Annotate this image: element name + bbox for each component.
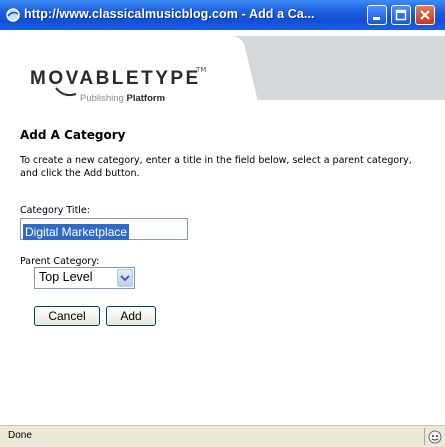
tagline-light: Publishing: [80, 93, 124, 104]
title-bar[interactable]: http://www.classicalmusicblog.com - Add …: [0, 0, 445, 30]
category-title-value: Digital Marketplace: [23, 224, 130, 240]
dropdown-arrow-button[interactable]: [117, 269, 133, 287]
maximize-icon: [395, 9, 407, 21]
cancel-button[interactable]: Cancel: [34, 306, 100, 326]
header-tab-edge: [210, 36, 260, 110]
status-separator: [424, 428, 425, 445]
close-button[interactable]: [415, 5, 435, 25]
status-text: Done: [8, 430, 32, 441]
logo-trademark: TM: [196, 66, 207, 74]
status-bar: Done: [0, 425, 445, 447]
instructions-text: To create a new category, enter a title …: [20, 155, 412, 179]
add-button[interactable]: Add: [106, 306, 156, 326]
category-title-input[interactable]: Digital Marketplace: [20, 218, 188, 240]
maximize-button[interactable]: [391, 5, 411, 25]
security-zone-icon: [428, 430, 442, 444]
tagline-bold: Platform: [126, 93, 166, 104]
parent-category-label: Parent Category:: [20, 256, 100, 267]
popup-window: http://www.classicalmusicblog.com - Add …: [0, 0, 445, 447]
parent-category-select[interactable]: Top Level: [34, 267, 135, 289]
logo-swoosh-icon: [55, 87, 77, 97]
ie-page-icon: [6, 8, 20, 22]
category-title-label: Category Title:: [20, 205, 90, 216]
minimize-icon: [373, 17, 380, 20]
parent-category-value: Top Level: [39, 270, 93, 284]
page-title: Add A Category: [20, 128, 126, 142]
logo-tagline: Publishing Platform: [80, 93, 165, 104]
minimize-button[interactable]: [367, 5, 387, 25]
close-icon: [420, 10, 430, 20]
chevron-down-icon: [120, 275, 130, 282]
window-title: http://www.classicalmusicblog.com - Add …: [24, 7, 315, 21]
